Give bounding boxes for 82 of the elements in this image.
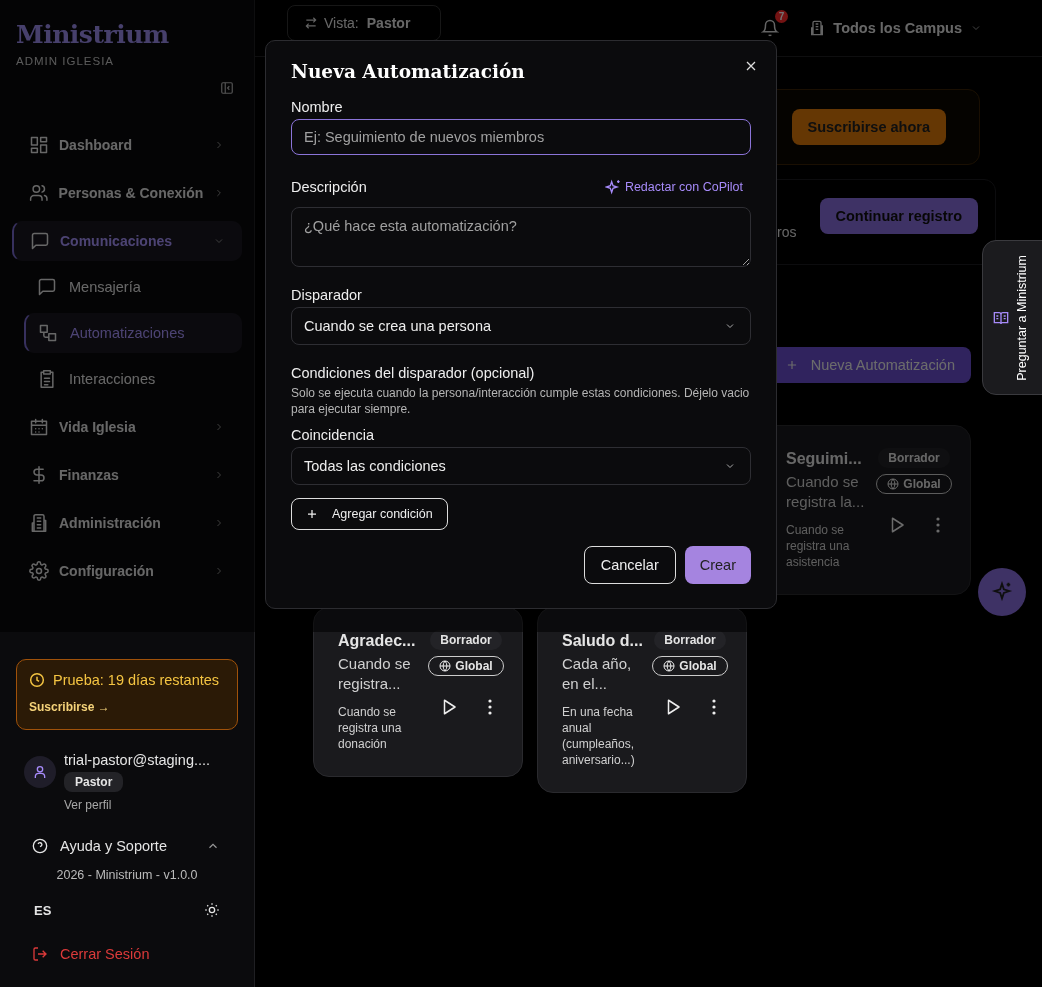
- sidebar-item[interactable]: Configuración: [12, 551, 242, 591]
- trigger-text: Cuando se registra una donación: [338, 704, 403, 752]
- status-badge: Borrador: [430, 630, 502, 650]
- sidebar-subitem[interactable]: Mensajería: [24, 267, 242, 307]
- trigger-select[interactable]: Cuando se crea una persona: [291, 307, 751, 345]
- profile-link[interactable]: Ver perfil: [64, 798, 112, 812]
- automation-description: Cuando se registra la...: [786, 472, 866, 512]
- assistant-tab[interactable]: Preguntar a Ministrium: [982, 240, 1042, 395]
- subscribe-button[interactable]: Suscribirse ahora: [791, 109, 946, 145]
- automation-title: Agradec...: [338, 632, 417, 650]
- sparkle-icon: [604, 179, 621, 195]
- name-input[interactable]: Ej: Seguimiento de nuevos miembros: [291, 119, 751, 155]
- status-badge: Borrador: [878, 448, 950, 468]
- clipboard-icon: [37, 369, 57, 389]
- language-toggle[interactable]: ES: [34, 902, 52, 918]
- automation-title: Seguimi...: [786, 450, 863, 468]
- subscribe-link[interactable]: Suscribirse →: [29, 700, 110, 714]
- chat-icon: [37, 277, 57, 297]
- field-label: Descripción: [291, 179, 367, 195]
- logout-button[interactable]: Cerrar Sesión: [32, 946, 150, 962]
- notification-badge: 7: [774, 10, 789, 23]
- more-options-icon[interactable]: [712, 699, 716, 715]
- globe-icon: [439, 660, 452, 672]
- calendar-icon: [29, 417, 49, 437]
- sparkle-icon: [991, 581, 1013, 603]
- role-badge: Pastor: [64, 772, 124, 792]
- trigger-text: En una fecha anual (cumpleaños, aniversario...): [562, 704, 636, 768]
- building-icon: [29, 513, 49, 533]
- grid-icon: [29, 135, 49, 155]
- help-icon: [32, 838, 48, 854]
- sidebar-item[interactable]: Finanzas: [12, 455, 242, 495]
- version-text: 2026 - Ministrium - v1.0.0: [55, 868, 199, 882]
- plus-icon: [306, 508, 318, 520]
- field-label: Coincidencia: [291, 427, 375, 443]
- cancel-button[interactable]: Cancelar: [583, 546, 676, 584]
- chat-icon: [30, 231, 50, 251]
- settings-icon: [29, 561, 49, 581]
- brand-logo: Ministrium: [16, 20, 169, 49]
- description-textarea[interactable]: ¿Qué hace esta automatización?: [291, 207, 751, 267]
- automation-title: Saludo d...: [562, 632, 642, 650]
- brand-subtitle: ADMIN IGLESIA: [16, 55, 114, 67]
- sidebar-subitem[interactable]: Automatizaciones: [24, 313, 242, 353]
- sun-icon[interactable]: [204, 902, 220, 918]
- building-icon: [809, 20, 826, 36]
- banner-text: ros: [777, 224, 797, 240]
- globe-icon: [887, 478, 900, 490]
- help-text: Solo se ejecuta cuando la persona/interacción cumple estas condiciones. Déjelo vacio para ejecutar siempre.: [291, 385, 751, 417]
- automation-description: Cada año, en el...: [562, 654, 633, 694]
- close-icon[interactable]: [745, 60, 757, 72]
- book-icon: [993, 309, 1009, 326]
- workflow-icon: [38, 323, 58, 343]
- create-button[interactable]: Crear: [684, 546, 751, 584]
- clock-icon: [29, 672, 45, 688]
- section-title: Condiciones del disparador (opcional): [291, 365, 535, 381]
- add-condition-button[interactable]: Agregar condición: [291, 498, 448, 530]
- globe-icon: [663, 660, 676, 672]
- avatar-icon: [24, 756, 56, 788]
- modal-title: Nueva Automatización: [291, 61, 525, 82]
- automation-card[interactable]: Agradec... Cuando se registra... Cuando se registra una donación Borrador Global: [313, 607, 523, 777]
- campus-selector[interactable]: Todos los Campus: [809, 20, 982, 36]
- field-label: Disparador: [291, 287, 362, 303]
- automation-description: Cuando se registra...: [338, 654, 412, 694]
- status-badge: Borrador: [654, 630, 726, 650]
- sidebar-item[interactable]: Dashboard: [12, 125, 242, 165]
- match-select[interactable]: Todas las condiciones: [291, 447, 751, 485]
- user-email: trial-pastor@staging....: [64, 752, 211, 768]
- trial-text: Prueba: 19 días restantes: [53, 672, 220, 688]
- more-options-icon[interactable]: [488, 699, 492, 715]
- sidebar-item[interactable]: Comunicaciones: [12, 221, 242, 261]
- help-toggle[interactable]: Ayuda y Soporte: [32, 838, 220, 854]
- sidebar-item[interactable]: Administración: [12, 503, 242, 543]
- copilot-link[interactable]: Redactar con CoPilot: [604, 179, 743, 195]
- sidebar-subitem[interactable]: Interacciones: [24, 359, 242, 399]
- automation-card[interactable]: Saludo d... Cada año, en el... En una fecha anual (cumpleaños, aniversario...) Borrador Global: [537, 607, 747, 793]
- field-label: Nombre: [291, 99, 343, 115]
- sidebar-item[interactable]: Personas & Conexión: [12, 173, 242, 213]
- trigger-text: Cuando se registra una asistencia: [786, 522, 851, 570]
- swap-icon: [304, 16, 318, 30]
- bell-icon[interactable]: [761, 19, 780, 37]
- logout-icon: [32, 946, 48, 962]
- people-icon: [29, 183, 49, 203]
- sidebar-item[interactable]: Vida Iglesia: [12, 407, 242, 447]
